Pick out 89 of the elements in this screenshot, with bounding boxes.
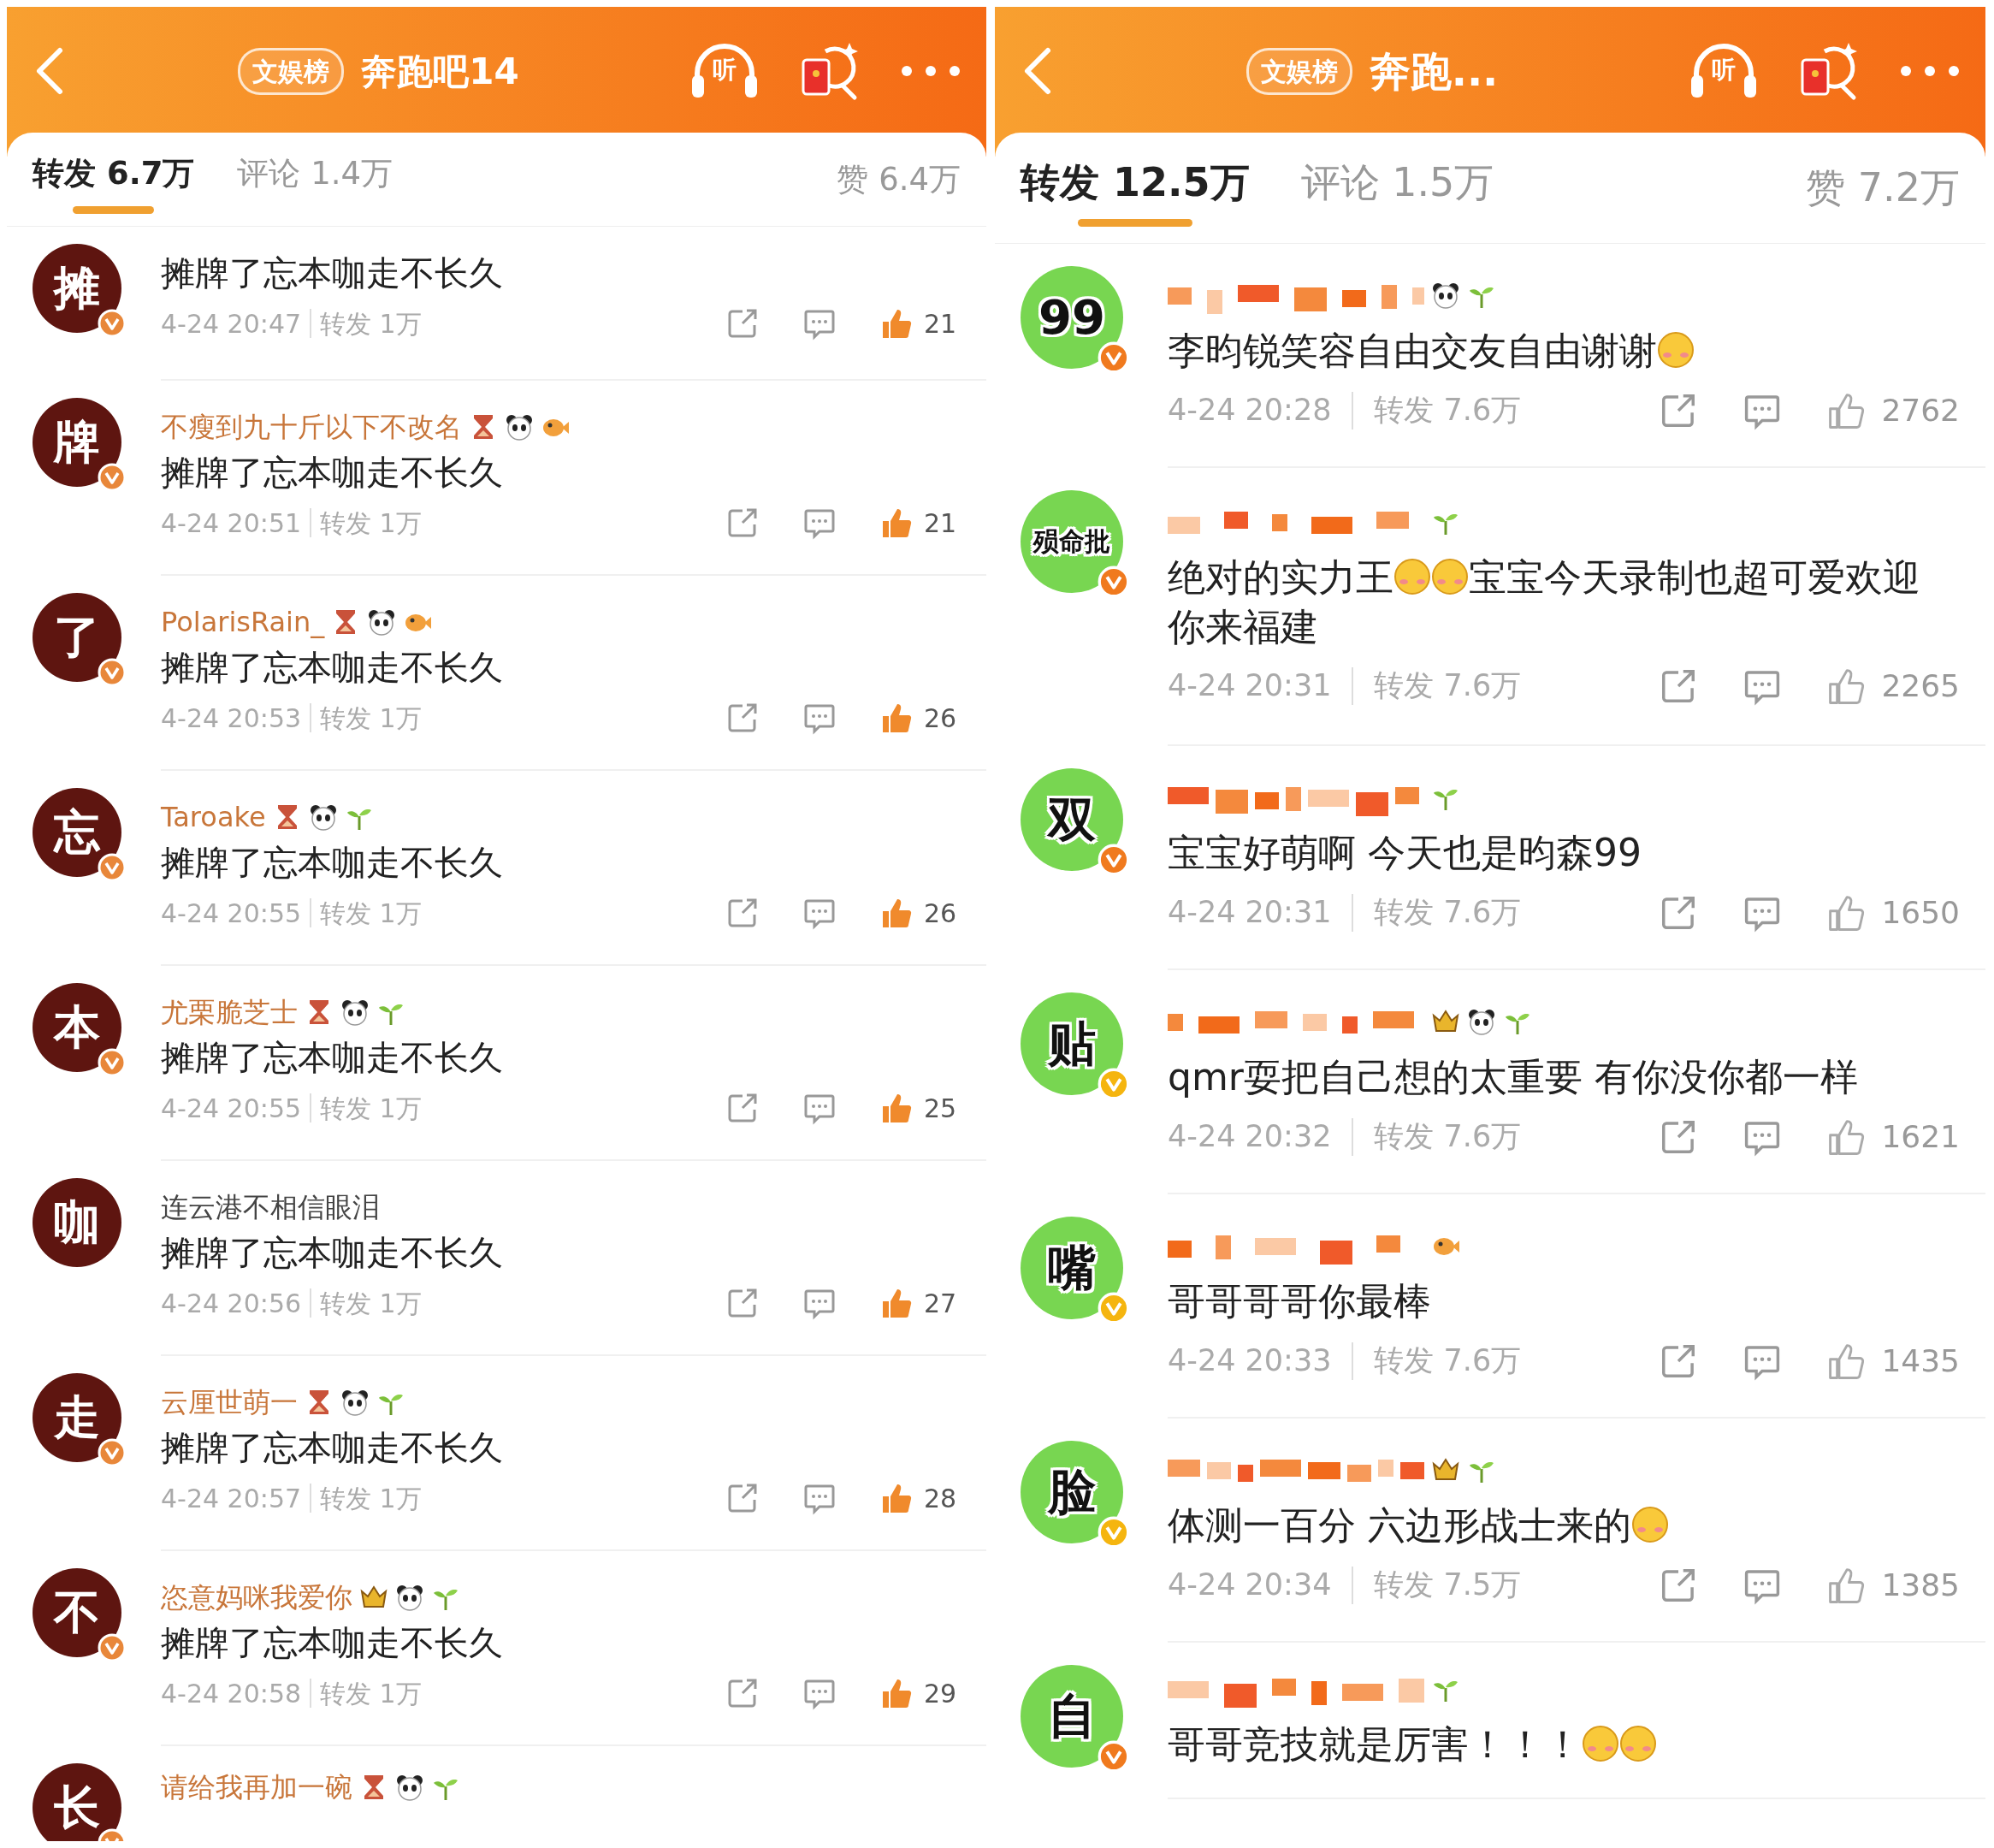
repost-count: 转发 1万 [320,1287,422,1320]
emoji-icon [1393,558,1431,596]
more-icon[interactable] [1900,65,1960,77]
timestamp: 4-24 20:33 [1168,1342,1332,1380]
like-button[interactable]: 28 [879,1478,961,1518]
timestamp: 4-24 20:32 [1168,1118,1332,1156]
page-title: 奔跑吧14 [361,49,519,94]
timestamp: 4-24 20:34 [1168,1567,1332,1604]
comment-text: 哥哥竞技就是厉害！！！ [1168,1720,1960,1769]
avatar[interactable]: 走 [33,1373,121,1462]
like-button[interactable]: 21 [879,304,961,343]
envelope-search-icon[interactable] [1799,41,1859,101]
comment-text: 摊牌了忘本咖走不长久 [161,1036,504,1079]
more-icon[interactable] [901,65,961,77]
avatar[interactable]: 本 [33,983,121,1072]
avatar[interactable]: 不 [33,1568,121,1657]
avatar[interactable]: 脸 [1021,1441,1123,1543]
repost-count: 转发 1万 [320,506,422,540]
comment-text: 绝对的实力王 宝宝今天录制也超可爱欢迎你来福建 [1168,554,1921,650]
like-button[interactable]: 26 [879,893,961,933]
timestamp: 4-24 20:55 [161,897,302,930]
timestamp: 4-24 20:55 [161,1092,302,1125]
repost-count: 转发 1万 [320,1677,422,1710]
avatar[interactable]: 了 [33,593,121,682]
page-title: 奔跑... [1369,46,1499,97]
likes-total: 赞 7.2万 [1806,163,1960,212]
repost-count: 转发 7.6万 [1374,392,1522,429]
timestamp: 4-24 20:53 [161,702,302,735]
comment-text: 摊牌了忘本咖走不长久 [161,646,504,689]
timestamp: 4-24 20:58 [161,1677,302,1710]
avatar[interactable]: 贴 [1021,992,1123,1095]
timestamp: 4-24 20:47 [161,307,302,341]
avatar[interactable]: 忘 [33,788,121,877]
avatar[interactable]: 摊 [33,244,121,333]
comment-text: 摊牌了忘本咖走不长久 [161,1426,504,1469]
username[interactable]: 连云港不相信眼泪 [161,1186,380,1228]
timestamp: 4-24 20:28 [1168,392,1332,429]
emoji-icon [1631,1506,1669,1544]
panda-icon [1467,1007,1496,1037]
comment-text: 哥哥哥哥你最棒 [1168,1278,1432,1325]
comment-text: 摊牌了忘本咖走不长久 [161,1231,504,1274]
repost-count: 转发 1万 [320,1092,422,1125]
comment-text: qmr耍把自己想的太重要 有你没你都一样 [1168,1054,1859,1101]
like-button[interactable]: 25 [879,1088,961,1128]
repost-count: 转发 1万 [320,1482,422,1515]
avatar[interactable]: 嘴 [1021,1217,1123,1319]
emoji-icon [1657,331,1695,370]
ranking-tag: 文娱榜 [238,47,345,95]
tab[interactable]: 转发 12.5万 [1021,146,1250,229]
ranking-tag: 文娱榜 [1246,47,1352,95]
envelope-search-icon[interactable] [800,41,860,101]
comment-text: 宝宝好萌啊 今天也是昀森99 [1168,830,1642,877]
like-button[interactable]: 26 [879,698,961,737]
repost-count: 转发 1万 [320,702,422,735]
repost-count: 转发 1万 [320,897,422,930]
avatar[interactable]: 长 [33,1763,121,1841]
emoji-icon [1582,1725,1619,1762]
like-button[interactable]: 27 [879,1283,961,1323]
panda-icon [1431,281,1460,311]
comment-text: 摊牌了忘本咖走不长久 [161,451,504,494]
avatar[interactable]: 99 [1021,266,1123,369]
comment-text: 摊牌了忘本咖走不长久 [161,841,504,884]
panda-icon [395,1773,424,1802]
avatar[interactable]: 双 [1021,768,1123,871]
comment-text: 摊牌了忘本咖走不长久 [161,252,504,294]
emoji-icon [1431,558,1469,596]
avatar[interactable]: 殒命批 [1021,490,1123,593]
repost-count: 转发 7.5万 [1374,1567,1522,1604]
timestamp: 4-24 20:56 [161,1287,302,1320]
avatar[interactable]: 咖 [33,1178,121,1267]
avatar[interactable]: 自 [1021,1665,1123,1768]
timestamp: 4-24 20:57 [161,1482,302,1515]
repost-count: 转发 7.6万 [1374,1342,1522,1380]
repost-count: 转发 7.6万 [1374,894,1522,932]
likes-total: 赞 6.4万 [837,159,961,199]
repost-count: 转发 7.6万 [1374,667,1522,705]
repost-count: 转发 1万 [320,307,422,341]
comment-text: 摊牌了忘本咖走不长久 [161,1621,504,1664]
timestamp: 4-24 20:31 [1168,667,1332,705]
timestamp: 4-24 20:31 [1168,894,1332,932]
comment-text: 体测一百分 六边形战士来的 [1168,1501,1960,1550]
comment-text: 李昀锐笑容自由交友自由谢谢 [1168,326,1960,376]
repost-count: 转发 7.6万 [1374,1118,1522,1156]
timestamp: 4-24 20:51 [161,506,302,540]
like-button[interactable]: 29 [879,1673,961,1713]
like-button[interactable]: 21 [879,503,961,542]
tab[interactable]: 转发 6.7万 [33,143,195,216]
emoji-icon [1619,1725,1657,1762]
avatar[interactable]: 牌 [33,398,121,487]
